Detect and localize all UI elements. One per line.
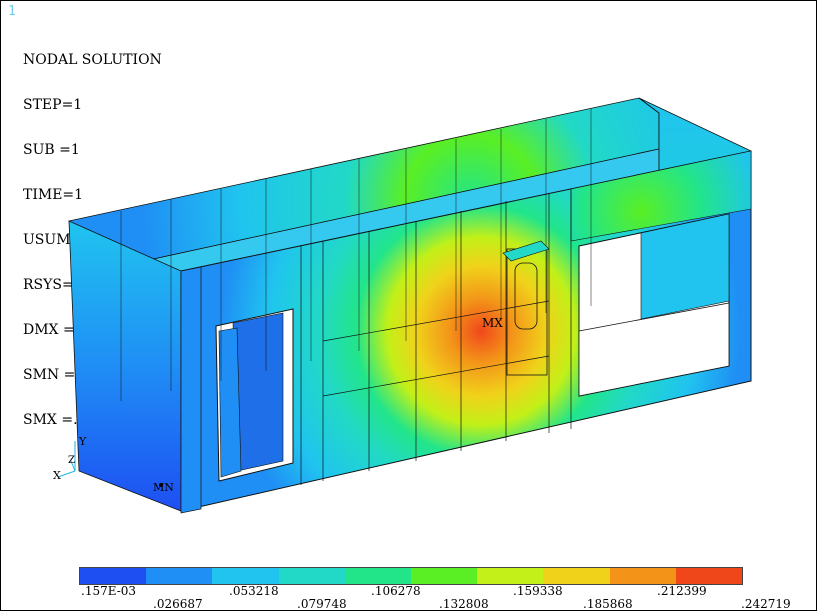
- legend-color-bar: [80, 568, 743, 584]
- legend-swatch-0: [80, 568, 147, 584]
- legend-swatch-2: [212, 568, 279, 584]
- container-model-contour[interactable]: [1, 1, 816, 610]
- legend-swatch-9: [675, 568, 743, 584]
- legend-swatch-5: [411, 568, 478, 584]
- legend-swatch-3: [278, 568, 345, 584]
- legend-swatch-4: [344, 568, 412, 584]
- contour-legend: [79, 567, 743, 585]
- corner-post: [180, 266, 202, 514]
- triad-z-label: Z: [68, 455, 75, 466]
- graphics-viewport[interactable]: 1 NODAL SOLUTION STEP=1 SUB =1 TIME=1 US…: [0, 0, 817, 611]
- legend-swatch-8: [609, 568, 676, 584]
- triad-y-label: Y: [78, 435, 87, 448]
- legend-swatch-1: [146, 568, 213, 584]
- coordinate-triad: Y Z X: [53, 435, 87, 482]
- legend-swatch-6: [477, 568, 544, 584]
- triad-x-label: X: [53, 469, 61, 482]
- legend-swatch-7: [543, 568, 610, 584]
- left-door-inner: [218, 327, 242, 478]
- max-marker-label: MX: [482, 316, 503, 330]
- min-marker-label: MN: [153, 481, 174, 494]
